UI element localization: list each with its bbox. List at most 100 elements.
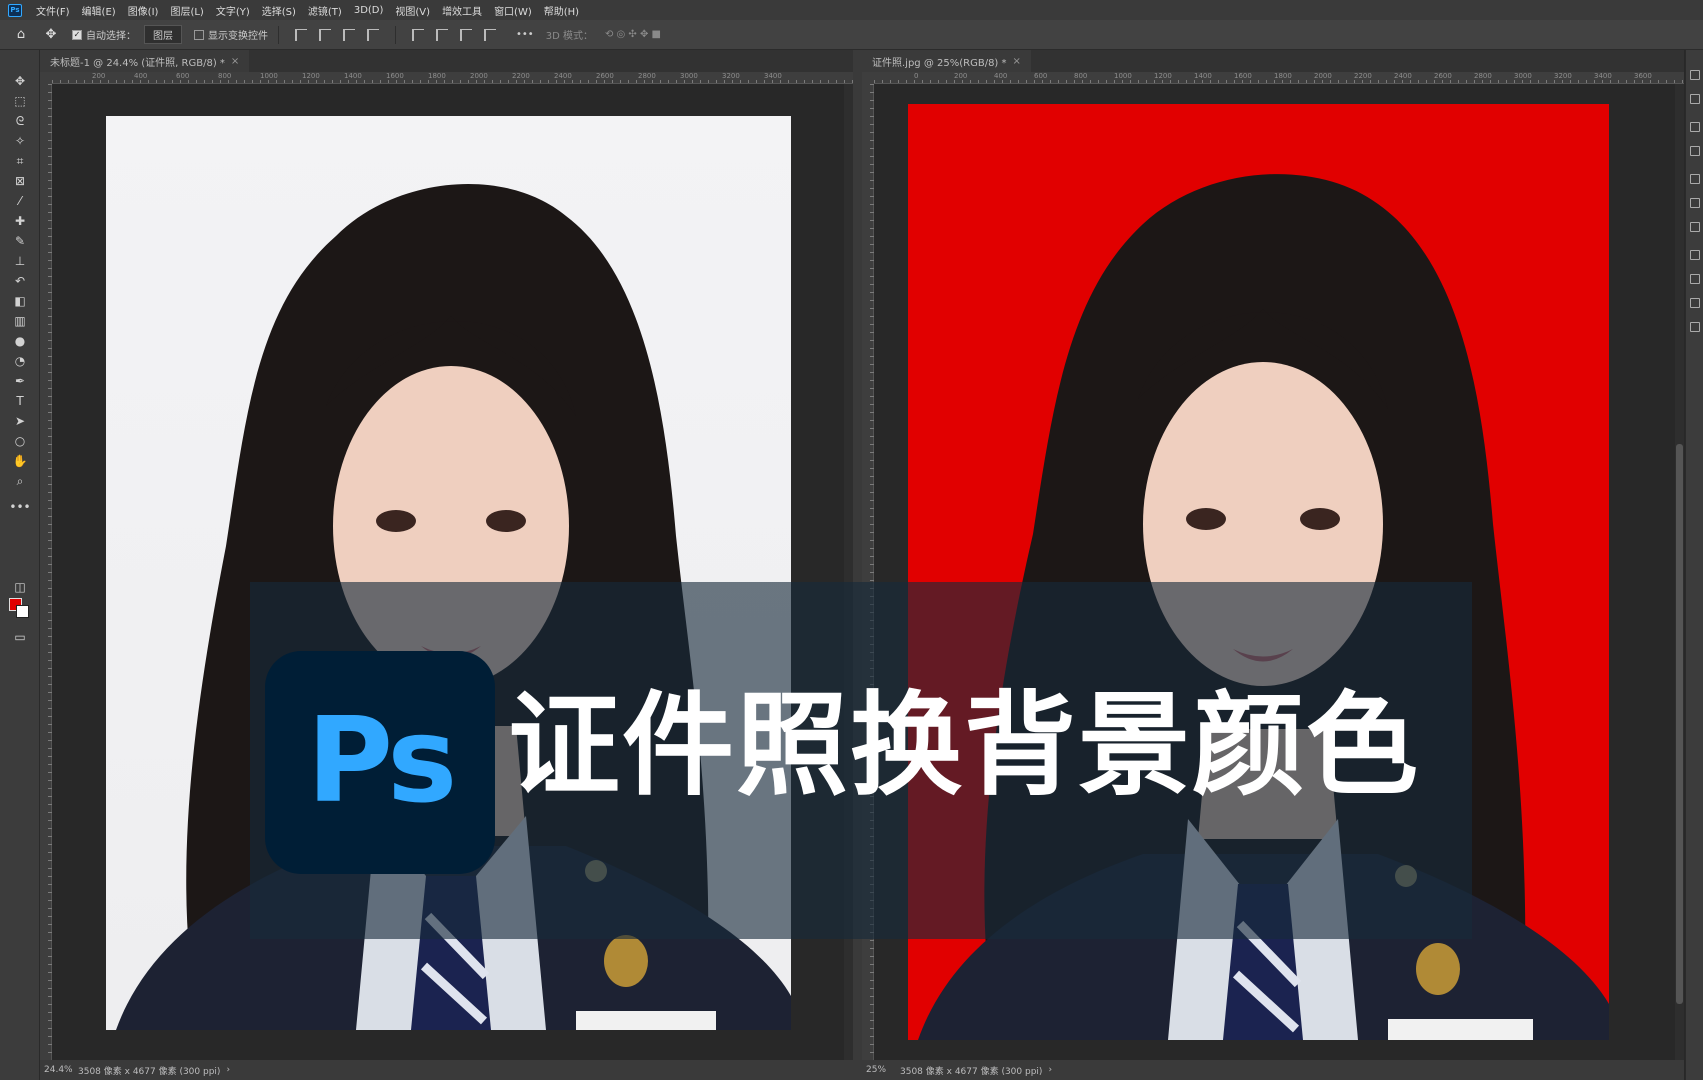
menu-view[interactable]: 视图(V)	[389, 3, 436, 18]
screen-mode-icon[interactable]: ▭	[10, 628, 30, 646]
zoom-tool-icon[interactable]: ⌕	[10, 472, 30, 490]
gradient-tool-icon[interactable]: ▥	[10, 312, 30, 330]
chevron-right-icon[interactable]: ›	[1048, 1065, 1052, 1075]
menu-layer[interactable]: 图层(L)	[164, 3, 209, 18]
blur-tool-icon[interactable]: ●	[10, 332, 30, 350]
ruler-vertical	[40, 84, 52, 1060]
character-panel-icon[interactable]	[1690, 122, 1700, 132]
align-middle-icon[interactable]	[436, 28, 448, 41]
ps-app-icon[interactable]: Ps	[8, 3, 22, 17]
align-right-icon[interactable]	[343, 28, 355, 41]
scrollbar-vertical[interactable]	[1675, 84, 1684, 1060]
path-select-icon[interactable]: ➤	[10, 412, 30, 430]
panel-dock	[1685, 50, 1703, 1080]
zoom-level[interactable]: 25%	[866, 1065, 900, 1075]
type-tool-icon[interactable]: T	[10, 392, 30, 410]
align-top-icon[interactable]	[412, 28, 424, 41]
adjustments-panel-icon[interactable]	[1690, 174, 1700, 184]
hand-tool-icon[interactable]: ✋	[10, 452, 30, 470]
menu-bar: Ps 文件(F) 编辑(E) 图像(I) 图层(L) 文字(Y) 选择(S) 滤…	[0, 0, 1703, 20]
ruler-label: 3200	[722, 72, 740, 80]
ruler-label: 3000	[1514, 72, 1532, 80]
ruler-label: 400	[994, 72, 1008, 80]
document-info[interactable]: 3508 像素 x 4677 像素 (300 ppi)	[78, 1064, 220, 1077]
properties-panel-icon[interactable]	[1690, 198, 1700, 208]
ruler-label: 2000	[470, 72, 488, 80]
ruler-label: 2600	[596, 72, 614, 80]
menu-select[interactable]: 选择(S)	[256, 3, 302, 18]
show-transform-checkbox[interactable]	[194, 29, 204, 40]
shape-tool-icon[interactable]: ○	[10, 432, 30, 450]
history-panel-icon[interactable]	[1690, 70, 1700, 80]
stamp-tool-icon[interactable]: ⊥	[10, 252, 30, 270]
frame-tool-icon[interactable]: ⊠	[10, 172, 30, 190]
ruler-label: 1200	[1154, 72, 1172, 80]
close-icon[interactable]: ×	[231, 56, 239, 67]
align-left-icon[interactable]	[295, 28, 307, 41]
menu-file[interactable]: 文件(F)	[30, 3, 76, 18]
more-options-button[interactable]: •••	[516, 29, 534, 40]
paragraph-panel-icon[interactable]	[1690, 146, 1700, 156]
lasso-tool-icon[interactable]: ᘓ	[10, 112, 30, 130]
ruler-label: 200	[954, 72, 968, 80]
move-tool-preset-icon[interactable]: ✥	[42, 26, 60, 44]
home-icon[interactable]: ⌂	[12, 26, 30, 44]
history-brush-icon[interactable]: ↶	[10, 272, 30, 290]
marquee-tool-icon[interactable]: ⬚	[10, 92, 30, 110]
menu-image[interactable]: 图像(I)	[122, 3, 165, 18]
menu-help[interactable]: 帮助(H)	[538, 3, 585, 18]
eyedropper-tool-icon[interactable]: ⁄	[10, 192, 30, 210]
tab-untitled-1[interactable]: 未标题-1 @ 24.4% (证件照, RGB/8) * ×	[40, 50, 250, 72]
channels-panel-icon[interactable]	[1690, 274, 1700, 284]
tab-id-photo[interactable]: 证件照.jpg @ 25%(RGB/8) * ×	[862, 50, 1031, 72]
ruler-label: 400	[134, 72, 148, 80]
auto-select-label: 自动选择：	[86, 31, 136, 42]
libraries-panel-icon[interactable]	[1690, 222, 1700, 232]
background-color-swatch[interactable]	[16, 605, 29, 618]
document-info[interactable]: 3508 像素 x 4677 像素 (300 ppi)	[900, 1064, 1042, 1077]
menu-edit[interactable]: 编辑(E)	[76, 3, 122, 18]
pen-tool-icon[interactable]: ✒	[10, 372, 30, 390]
ruler-label: 800	[218, 72, 232, 80]
distribute-vertical-icon[interactable]	[484, 28, 496, 41]
3d-rotate-icon[interactable]: ⟲ ◎ ✣ ✥ ■	[605, 29, 661, 40]
chevron-right-icon[interactable]: ›	[226, 1065, 230, 1075]
more-tools-icon[interactable]: •••	[9, 498, 30, 516]
tab-title: 证件照.jpg @ 25%(RGB/8) *	[872, 57, 1007, 69]
ruler-label: 2200	[1354, 72, 1372, 80]
menu-type[interactable]: 文字(Y)	[210, 3, 256, 18]
ruler-label: 1400	[1194, 72, 1212, 80]
eraser-tool-icon[interactable]: ◧	[10, 292, 30, 310]
ruler-label: 3400	[764, 72, 782, 80]
ruler-corner	[40, 72, 52, 84]
auto-select-checkbox[interactable]: ✓	[72, 29, 82, 40]
swatches-panel-icon[interactable]	[1690, 322, 1700, 332]
ruler-label: 800	[1074, 72, 1088, 80]
photoshop-window: Ps 文件(F) 编辑(E) 图像(I) 图层(L) 文字(Y) 选择(S) 滤…	[0, 0, 1703, 1080]
move-tool-icon[interactable]: ✥	[10, 72, 30, 90]
magic-wand-tool-icon[interactable]: ✧	[10, 132, 30, 150]
menu-3d[interactable]: 3D(D)	[348, 5, 390, 16]
close-icon[interactable]: ×	[1013, 56, 1021, 67]
quick-mask-icon[interactable]: ◫	[10, 578, 30, 596]
healing-brush-icon[interactable]: ✚	[10, 212, 30, 230]
ruler-label: 3400	[1594, 72, 1612, 80]
menu-plugins[interactable]: 增效工具	[436, 3, 488, 18]
align-bottom-icon[interactable]	[460, 28, 472, 41]
distribute-icon[interactable]	[367, 28, 379, 41]
divider	[278, 25, 279, 44]
layers-panel-icon[interactable]	[1690, 250, 1700, 260]
crop-tool-icon[interactable]: ⌗	[10, 152, 30, 170]
brush-tool-icon[interactable]: ✎	[10, 232, 30, 250]
menu-filter[interactable]: 滤镜(T)	[302, 3, 348, 18]
auto-select-dropdown[interactable]: 图层	[144, 25, 182, 44]
menu-window[interactable]: 窗口(W)	[488, 3, 538, 18]
paths-panel-icon[interactable]	[1690, 298, 1700, 308]
dodge-tool-icon[interactable]: ◔	[10, 352, 30, 370]
ruler-label: 1400	[344, 72, 362, 80]
ruler-label: 0	[914, 72, 919, 80]
status-bar: 24.4% 3508 像素 x 4677 像素 (300 ppi) ›	[40, 1060, 853, 1080]
align-center-icon[interactable]	[319, 28, 331, 41]
zoom-level[interactable]: 24.4%	[44, 1065, 78, 1075]
comments-panel-icon[interactable]	[1690, 94, 1700, 104]
